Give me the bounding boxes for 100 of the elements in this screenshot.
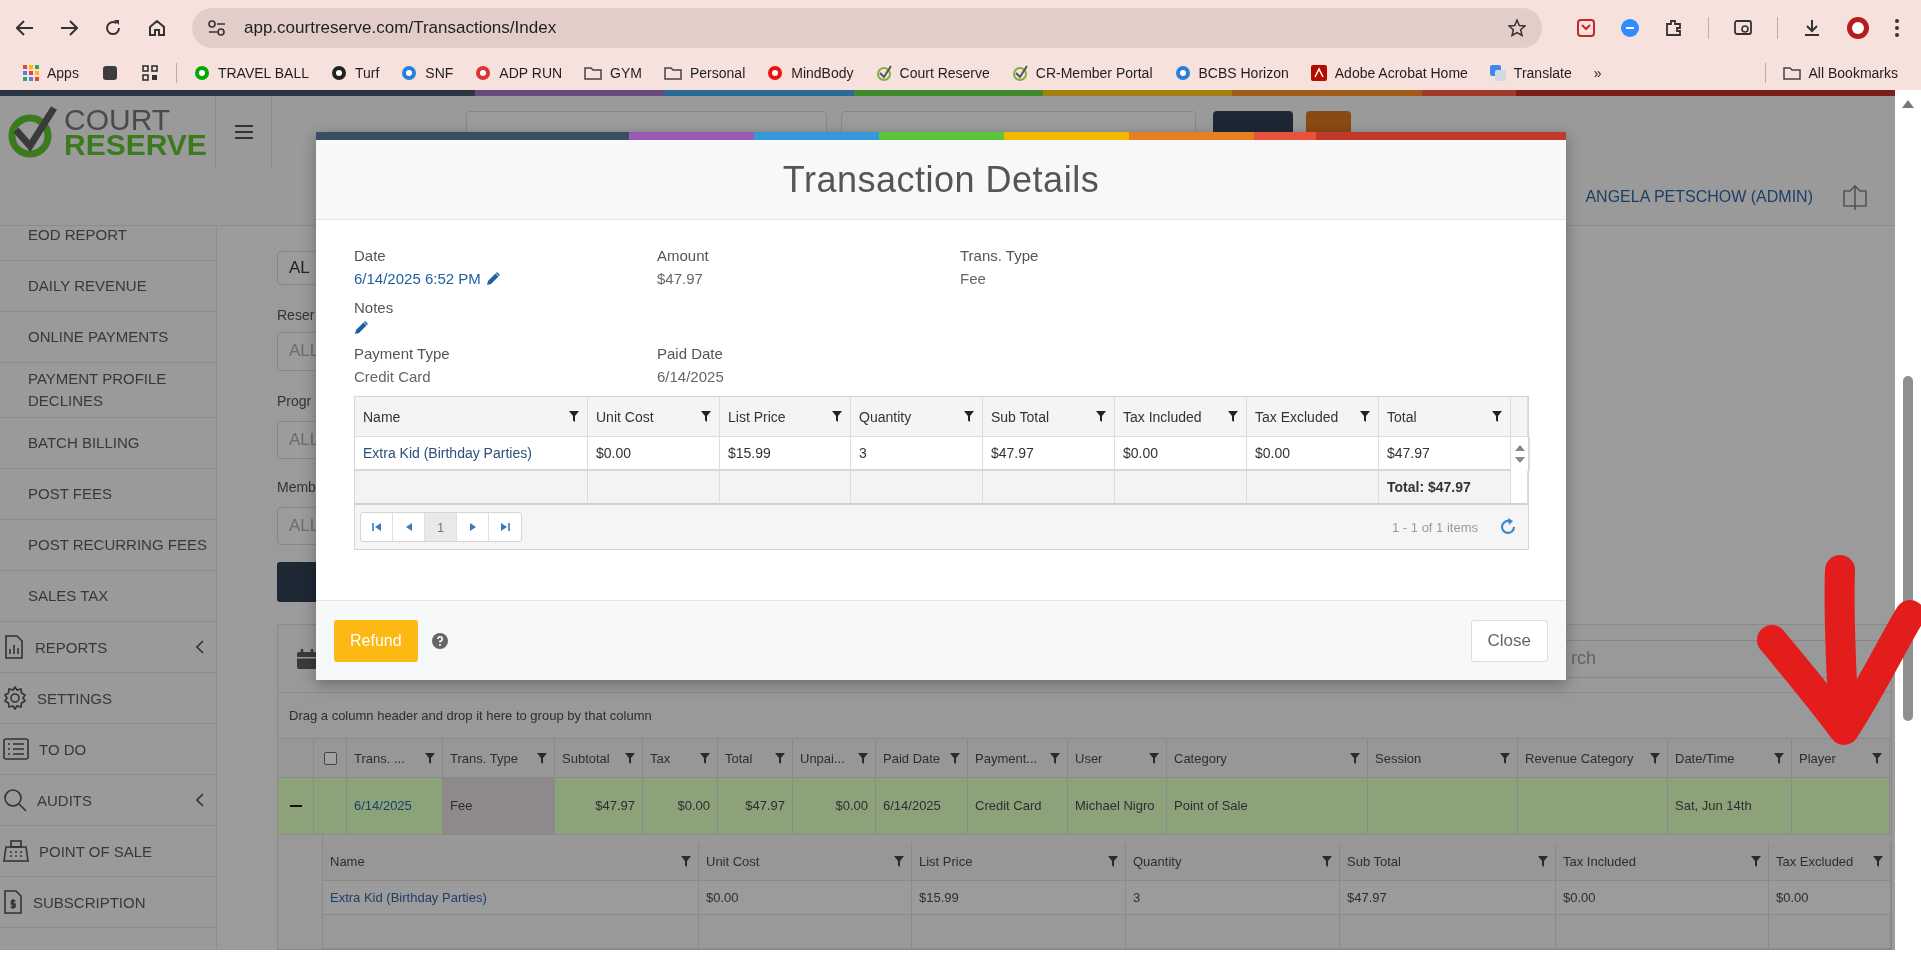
scroll-down-icon[interactable] <box>1515 457 1525 463</box>
home-icon[interactable] <box>148 18 166 37</box>
next-page-icon[interactable] <box>467 522 478 532</box>
sidebar-item[interactable]: BATCH BILLING <box>0 418 216 469</box>
column-header[interactable]: Quantity <box>851 397 983 437</box>
check-icon[interactable] <box>875 64 892 81</box>
filter-icon[interactable] <box>701 411 711 422</box>
first-page-icon[interactable] <box>371 522 382 532</box>
download-icon[interactable] <box>1802 17 1822 38</box>
field-label: Paid Date <box>657 344 724 364</box>
column-header[interactable]: Tax Included <box>1556 842 1769 881</box>
column-header[interactable]: Trans. ... <box>347 739 443 778</box>
profile-avatar-icon[interactable] <box>1846 15 1870 40</box>
scroll-up-icon[interactable] <box>1515 445 1525 451</box>
filter-icon[interactable] <box>569 411 579 422</box>
pencil-icon[interactable] <box>354 321 368 335</box>
more-bookmarks-button[interactable]: » <box>1582 58 1613 87</box>
menu-icon[interactable] <box>234 125 253 139</box>
date-link[interactable]: 6/14/2025 6:52 PM <box>354 269 481 289</box>
column-header[interactable]: Tax <box>643 739 718 778</box>
check-icon[interactable] <box>1011 64 1028 81</box>
translate-icon[interactable] <box>1489 64 1506 81</box>
folder-icon[interactable] <box>1782 64 1801 81</box>
column-header[interactable]: List Price <box>720 397 851 437</box>
sidebar-item[interactable]: DAILY REVENUE <box>0 261 216 312</box>
column-header[interactable]: Payment... <box>968 739 1068 778</box>
column-header[interactable]: Revenue Category <box>1518 739 1668 778</box>
scrollbar-thumb[interactable] <box>1903 376 1913 721</box>
refresh-icon[interactable] <box>1498 517 1518 537</box>
column-header[interactable]: Sub Total <box>1340 842 1556 881</box>
folder-icon[interactable] <box>584 64 603 81</box>
site-icon[interactable] <box>330 64 347 81</box>
column-header[interactable]: Tax Excluded <box>1769 842 1891 881</box>
sidebar-item[interactable]: REPORTS <box>0 622 216 673</box>
sidebar-item[interactable]: POINT OF SALE <box>0 826 216 877</box>
column-header[interactable]: Tax Excluded <box>1247 397 1379 437</box>
calendar-icon[interactable] <box>296 647 318 670</box>
filter-icon[interactable] <box>1360 411 1370 422</box>
close-button[interactable]: Close <box>1470 619 1548 662</box>
column-header[interactable]: List Price <box>912 842 1126 881</box>
sidebar-item[interactable]: TO DO <box>0 724 216 775</box>
back-icon[interactable] <box>16 19 34 36</box>
extensions-icon[interactable] <box>1664 17 1684 38</box>
pencil-icon[interactable] <box>485 272 500 286</box>
sidebar-item[interactable]: SETTINGS <box>0 673 216 724</box>
chevron-icon[interactable] <box>196 640 204 654</box>
help-icon[interactable] <box>431 632 448 649</box>
sidebar-item[interactable]: AUDITS <box>0 775 216 826</box>
column-header[interactable]: Total <box>1379 397 1511 437</box>
column-header[interactable]: Quantity <box>1126 842 1340 881</box>
column-header[interactable]: Category <box>1167 739 1368 778</box>
column-header[interactable]: Trans. Type <box>443 739 555 778</box>
extension-icon[interactable] <box>1576 17 1596 38</box>
search-tab-icon[interactable] <box>1733 17 1753 38</box>
address-bar[interactable]: app.courtreserve.com/Transactions/Index <box>192 7 1542 48</box>
star-icon[interactable] <box>1508 18 1526 37</box>
filter-icon[interactable] <box>964 411 974 422</box>
sidebar-item[interactable]: SALES TAX <box>0 571 216 622</box>
sidebar-item[interactable]: EOD REPORT <box>0 226 216 261</box>
site-settings-icon[interactable] <box>208 19 226 36</box>
column-header[interactable]: Player <box>1792 739 1890 778</box>
column-header[interactable]: Subtotal <box>555 739 643 778</box>
column-header[interactable]: User <box>1068 739 1167 778</box>
scroll-up-icon[interactable] <box>1902 100 1914 108</box>
column-header[interactable]: Unit Cost <box>588 397 720 437</box>
column-header[interactable]: Unit Cost <box>699 842 912 881</box>
square-icon[interactable] <box>101 64 118 81</box>
grid-icon[interactable] <box>141 64 158 81</box>
column-header[interactable]: Name <box>323 842 699 881</box>
column-header[interactable]: Paid Date <box>876 739 968 778</box>
filter-icon[interactable] <box>832 411 842 422</box>
filter-icon[interactable] <box>1228 411 1238 422</box>
page-button[interactable]: 1 <box>425 513 457 541</box>
last-page-icon[interactable] <box>500 522 510 532</box>
column-header[interactable]: Total <box>718 739 793 778</box>
column-header[interactable]: Session <box>1368 739 1518 778</box>
reload-icon[interactable] <box>104 18 122 37</box>
column-header[interactable]: Date/Time <box>1668 739 1792 778</box>
sidebar-item[interactable]: POST FEES <box>0 469 216 520</box>
column-header[interactable]: Name <box>355 397 588 437</box>
menu-icon[interactable] <box>1894 17 1900 38</box>
sidebar-item[interactable]: POST RECURRING FEES <box>0 520 216 571</box>
column-header[interactable]: Tax Included <box>1115 397 1247 437</box>
folder-icon[interactable] <box>664 64 682 81</box>
checkbox[interactable] <box>323 751 337 765</box>
column-header[interactable]: Sub Total <box>983 397 1115 437</box>
sidebar-item[interactable]: PAYMENT PROFILE DECLINES <box>0 363 216 418</box>
sidebar-item[interactable]: ONLINE PAYMENTS <box>0 312 216 363</box>
forward-icon[interactable] <box>60 19 78 36</box>
extension-icon[interactable] <box>1620 17 1640 38</box>
apps-icon[interactable] <box>23 64 39 81</box>
upload-icon[interactable] <box>1843 182 1867 211</box>
column-header[interactable]: Unpai... <box>793 739 876 778</box>
pdf-icon[interactable] <box>1310 64 1327 81</box>
filter-icon[interactable] <box>1492 411 1502 422</box>
filter-icon[interactable] <box>1096 411 1106 422</box>
sidebar-item[interactable]: SUBSCRIPTION <box>0 877 216 928</box>
user-menu-link[interactable]: ANGELA PETSCHOW (ADMIN) <box>1585 187 1813 206</box>
chevron-icon[interactable] <box>196 793 204 807</box>
field-label: Date <box>354 246 387 266</box>
